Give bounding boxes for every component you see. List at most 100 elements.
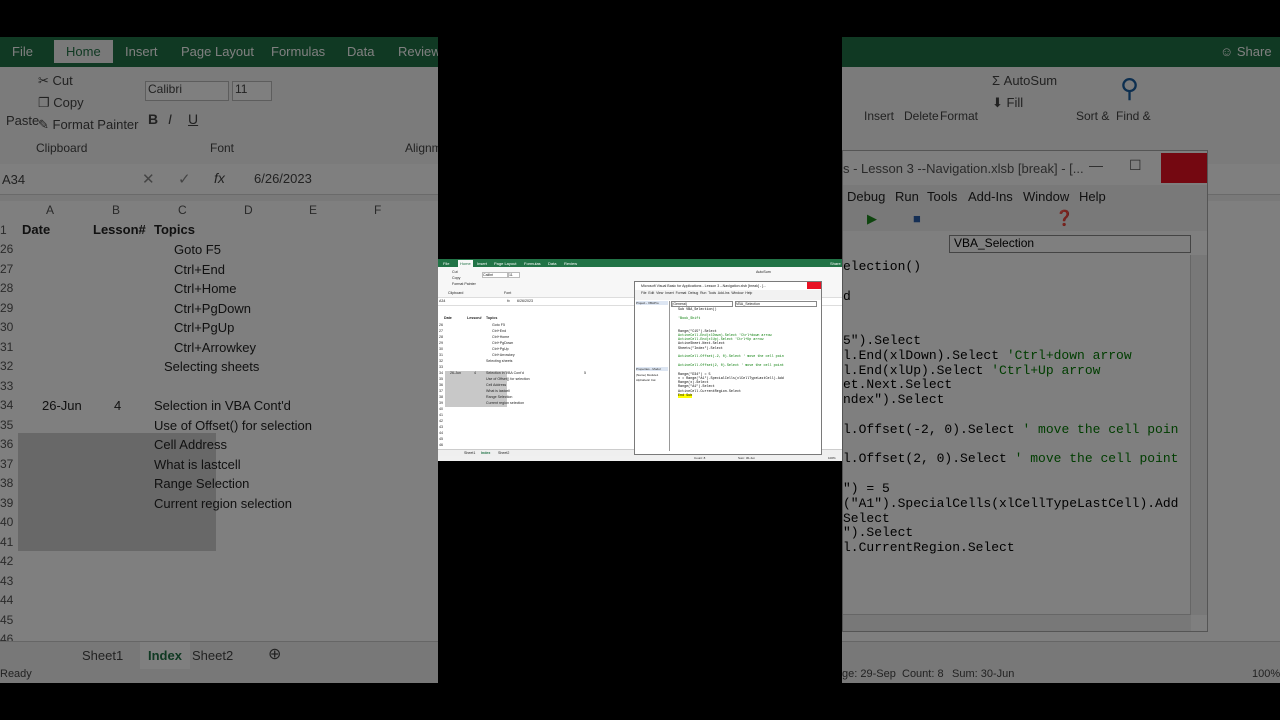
- mini-tab-page-layout[interactable]: Page Layout: [494, 261, 516, 266]
- row-number[interactable]: 35: [0, 418, 18, 432]
- mini-code-line[interactable]: ActiveCell.Offset(2, 0).Select ' move th…: [678, 364, 784, 368]
- column-header-b[interactable]: B: [112, 203, 120, 217]
- mini-object-combo[interactable]: (General): [671, 301, 733, 307]
- cell-topic[interactable]: Selection in VBA Cont'd: [154, 398, 291, 413]
- menu-run[interactable]: Run: [895, 189, 919, 204]
- row-number[interactable]: 1: [0, 223, 18, 237]
- cell-topic[interactable]: Ctrl+PgUp: [174, 320, 234, 335]
- mini-code-line[interactable]: Sheets("Index").Select: [678, 347, 723, 351]
- row-number[interactable]: 36: [0, 437, 18, 451]
- add-sheet-icon[interactable]: ⊕: [268, 644, 281, 664]
- code-line[interactable]: election(): [843, 259, 921, 274]
- row-number[interactable]: 28: [0, 281, 18, 295]
- row-number[interactable]: 37: [0, 457, 18, 471]
- mini-sheet2[interactable]: Sheet2: [498, 451, 509, 455]
- code-line[interactable]: l.End(xlDown).Select 'Ctrl+down arrow: [843, 348, 1132, 363]
- cell-topic[interactable]: Ctrl+Home: [174, 281, 237, 296]
- code-line[interactable]: l.CurrentRegion.Select: [843, 540, 1015, 555]
- row-number[interactable]: 32: [0, 359, 18, 373]
- tab-page-layout[interactable]: Page Layout: [181, 44, 254, 59]
- tab-data[interactable]: Data: [347, 44, 374, 59]
- menu-window[interactable]: Window: [1023, 189, 1069, 204]
- sort-filter-button[interactable]: Sort &: [1076, 109, 1109, 123]
- vba-vertical-scrollbar[interactable]: [1190, 255, 1207, 615]
- mini-code-line[interactable]: 'Book_Shift: [678, 317, 700, 321]
- column-header-f[interactable]: F: [374, 203, 381, 217]
- mini-code-line[interactable]: ActiveCell.Offset(-2, 0).Select ' move t…: [678, 355, 784, 359]
- tab-formulas[interactable]: Formulas: [271, 44, 325, 59]
- code-line[interactable]: l.End(xlUp).Select 'Ctrl+Up arrow: [843, 363, 1100, 378]
- cell-topic[interactable]: Selecting sheets: [164, 359, 259, 374]
- cell-topic[interactable]: Goto F5: [174, 242, 221, 257]
- vba-close-button[interactable]: [1161, 153, 1207, 183]
- header-date[interactable]: Date: [22, 222, 50, 237]
- font-size-select[interactable]: 11: [232, 81, 272, 101]
- mini-tab-file[interactable]: File: [443, 261, 449, 266]
- cell-topic[interactable]: Range Selection: [154, 476, 249, 491]
- tab-review[interactable]: Review: [398, 44, 441, 59]
- row-number[interactable]: 26: [0, 242, 18, 256]
- row-number[interactable]: 39: [0, 496, 18, 510]
- code-line[interactable]: d: [843, 289, 851, 304]
- cell-topic[interactable]: Cell Address: [154, 437, 227, 452]
- fill-button[interactable]: ⬇ Fill: [992, 95, 1023, 111]
- mini-cut[interactable]: Cut: [452, 270, 458, 274]
- mini-tab-data[interactable]: Data: [548, 261, 556, 266]
- tab-home[interactable]: Home: [54, 40, 113, 63]
- mini-cell-e34[interactable]: 5: [584, 371, 586, 375]
- mini-grid[interactable]: Date Lesson# Topics 5 26 Goto F5 27 Ctrl+En…: [438, 307, 634, 449]
- check-icon[interactable]: ✓: [178, 170, 191, 188]
- cell-lesson[interactable]: 4: [114, 398, 121, 413]
- cell-topic[interactable]: Current region selection: [154, 496, 292, 511]
- column-header-c[interactable]: C: [178, 203, 187, 217]
- mini-tab-home[interactable]: Home: [458, 260, 473, 267]
- column-header-a[interactable]: A: [46, 203, 54, 217]
- vba-code-pane[interactable]: election() d 5").Select l.End(xlDown).Selec…: [843, 255, 1187, 615]
- row-number[interactable]: 42: [0, 554, 18, 568]
- reset-icon[interactable]: ■: [913, 211, 921, 226]
- autosum-button[interactable]: Σ AutoSum: [992, 73, 1057, 88]
- mini-vba-close-button[interactable]: [807, 282, 821, 289]
- code-line[interactable]: et.Next.Select: [843, 377, 952, 392]
- cell-topic[interactable]: Use of Offset() for selection: [154, 418, 312, 433]
- cell-topic[interactable]: Ctrl+PgDown: [174, 301, 251, 316]
- sheet-tab-index[interactable]: Index: [140, 642, 190, 669]
- code-line[interactable]: ") = 5: [843, 481, 890, 496]
- row-number[interactable]: 45: [0, 613, 18, 627]
- font-name-select[interactable]: Calibri: [145, 81, 229, 101]
- code-line[interactable]: ndex").Select: [843, 392, 944, 407]
- mini-sheet-index[interactable]: Index: [481, 451, 490, 455]
- column-header-e[interactable]: E: [309, 203, 317, 217]
- name-box[interactable]: A34: [2, 172, 25, 187]
- format-painter-button[interactable]: ✎ Format Painter: [38, 117, 139, 133]
- mini-zoom[interactable]: 100%: [828, 456, 836, 460]
- row-number[interactable]: 30: [0, 320, 18, 334]
- zoom-level[interactable]: 100%: [1252, 668, 1280, 680]
- cell-topic[interactable]: What is lastcell: [154, 457, 241, 472]
- menu-tools[interactable]: Tools: [927, 189, 957, 204]
- insert-cells-button[interactable]: Insert: [864, 109, 894, 123]
- menu-debug[interactable]: Debug: [847, 189, 885, 204]
- mini-sheet1[interactable]: Sheet1: [464, 451, 475, 455]
- code-line[interactable]: ("A1").SpecialCells(xlCellTypeLastCell).…: [843, 496, 1178, 511]
- cell-date[interactable]: 26-Jun: [42, 398, 82, 413]
- row-number[interactable]: 38: [0, 476, 18, 490]
- fx-icon[interactable]: fx: [214, 170, 225, 186]
- procedure-combo[interactable]: VBA_Selection: [949, 235, 1191, 253]
- mini-tab-formulas[interactable]: Formulas: [524, 261, 541, 266]
- mini-code-line[interactable]: Sub VBA_Selection(): [678, 308, 717, 312]
- row-number[interactable]: 31: [0, 340, 18, 354]
- paste-button[interactable]: Paste: [6, 113, 39, 128]
- underline-button[interactable]: U: [188, 111, 198, 127]
- cell-topic[interactable]: Ctrl+End: [174, 262, 225, 277]
- help-icon[interactable]: ❓: [1055, 209, 1074, 227]
- minimize-icon[interactable]: —: [1089, 157, 1103, 173]
- mini-name-box[interactable]: A34: [439, 299, 445, 303]
- mini-font-size[interactable]: 11: [508, 272, 520, 278]
- format-cells-button[interactable]: Format: [940, 109, 978, 123]
- code-line[interactable]: l.Offset(2, 0).Select ' move the cell po…: [843, 451, 1178, 466]
- header-topics[interactable]: Topics: [154, 222, 195, 237]
- mini-autosum[interactable]: AutoSum: [756, 270, 771, 274]
- mini-proc-combo[interactable]: VBA_Selection: [735, 301, 817, 307]
- header-lesson[interactable]: Lesson#: [93, 222, 146, 237]
